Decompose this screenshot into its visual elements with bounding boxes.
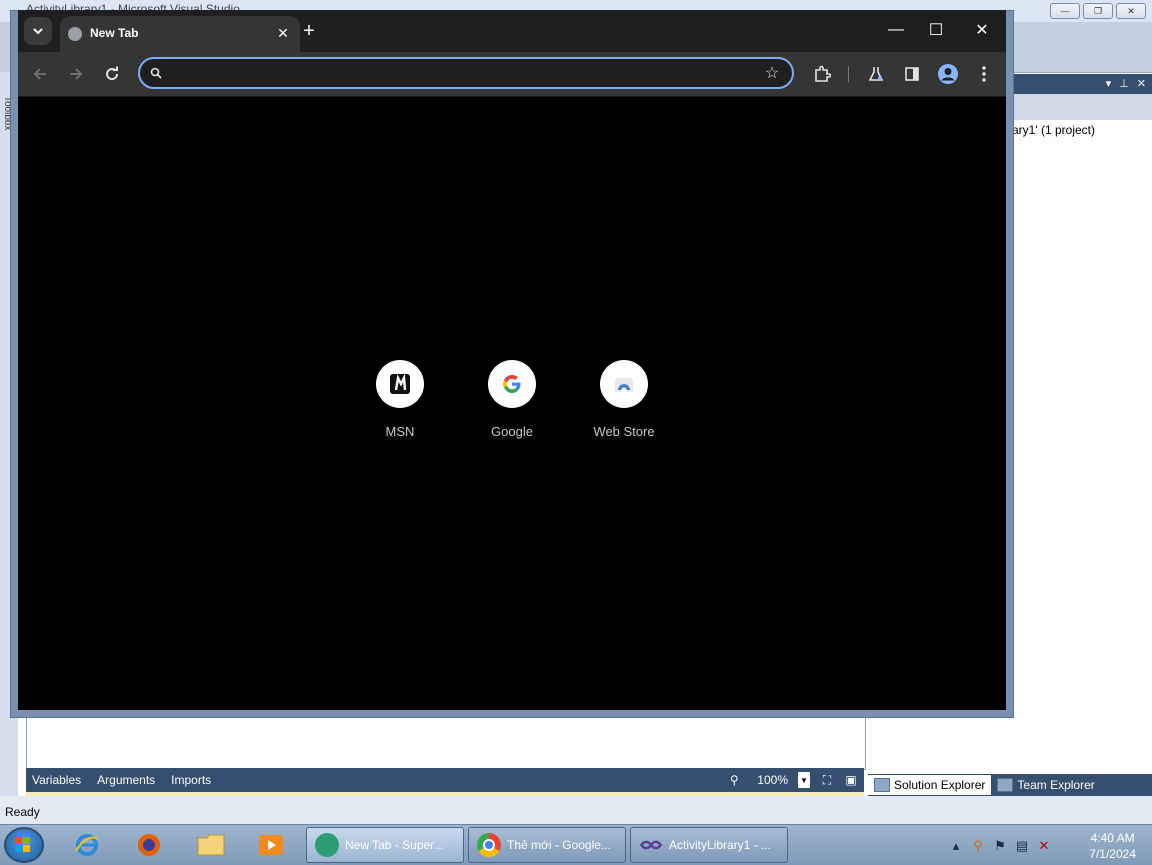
tab-strip: New Tab ✕ + — ☐ ✕	[18, 10, 1006, 52]
network-icon[interactable]: ▤	[1014, 838, 1030, 854]
toolbar-divider	[848, 66, 849, 82]
solution-explorer-toolbar	[1012, 94, 1152, 120]
clock[interactable]: 4:40 AM 7/1/2024	[1089, 830, 1136, 862]
vs-minimize-button[interactable]: —	[1050, 3, 1080, 19]
search-icon[interactable]: ⚲	[970, 838, 986, 854]
profile-button[interactable]	[934, 60, 962, 88]
flask-icon	[868, 67, 884, 81]
start-button[interactable]	[4, 827, 44, 863]
solution-explorer-tab[interactable]: Solution Explorer	[868, 775, 992, 795]
side-panel-icon	[905, 67, 919, 81]
taskbar-item-label: Thẻ mới - Google...	[507, 838, 611, 852]
taskbar-item-label: ActivityLibrary1 - ...	[669, 838, 772, 852]
tab-title: New Tab	[90, 26, 139, 40]
browser-toolbar: ☆	[18, 52, 1006, 97]
panel-controls: ▾ ⊥ ✕	[1106, 77, 1146, 90]
shortcut-msn[interactable]: MSN	[352, 360, 448, 444]
designer-bottom-bar: Variables Arguments Imports ⚲ 100% ▼ ⛶ ▣	[26, 768, 864, 792]
forward-button[interactable]	[62, 60, 90, 88]
shortcut-label: Google	[491, 424, 533, 439]
msn-icon	[376, 360, 424, 408]
reload-icon	[106, 66, 119, 81]
address-input[interactable]	[170, 64, 754, 84]
media-player-icon[interactable]	[254, 829, 288, 861]
fit-to-screen-icon[interactable]: ⛶	[820, 773, 834, 787]
solution-explorer-icon	[874, 778, 890, 792]
arrow-right-icon	[70, 68, 83, 80]
profile-icon	[938, 64, 958, 84]
shortcut-label: MSN	[385, 424, 415, 439]
reload-button[interactable]	[98, 60, 126, 88]
menu-button[interactable]	[970, 60, 998, 88]
windows-logo-icon	[15, 837, 30, 852]
pin-icon[interactable]: ⊥	[1119, 77, 1129, 90]
firefox-icon[interactable]	[132, 829, 166, 861]
shortcut-web-store[interactable]: Web Store	[576, 360, 672, 444]
team-explorer-icon	[997, 778, 1014, 792]
variables-tab[interactable]: Variables	[32, 773, 81, 787]
zoom-icon[interactable]: ⚲	[727, 773, 741, 787]
shortcut-google[interactable]: Google	[464, 360, 560, 444]
overview-icon[interactable]: ▣	[844, 773, 858, 787]
arguments-tab[interactable]: Arguments	[97, 773, 155, 787]
labs-button[interactable]	[862, 60, 890, 88]
chrome-icon	[477, 833, 501, 857]
team-explorer-tab[interactable]: Team Explorer	[991, 775, 1100, 795]
super-browser-icon	[315, 833, 339, 857]
dropdown-icon[interactable]: ▾	[1106, 77, 1112, 90]
solution-tree-root[interactable]: ary1' (1 project)	[1012, 123, 1095, 137]
clock-date: 7/1/2024	[1089, 847, 1136, 861]
vs-close-button[interactable]: ✕	[1116, 3, 1146, 19]
extensions-button[interactable]	[808, 60, 836, 88]
vs-status-bar	[0, 796, 1152, 824]
new-tab-button[interactable]: +	[298, 20, 320, 42]
vs-restore-button[interactable]: ❐	[1083, 3, 1113, 19]
system-tray: ▴ ⚲ ⚑ ▤ ✕ 4:40 AM 7/1/2024	[942, 825, 1152, 865]
workflow-designer[interactable]	[26, 716, 866, 770]
back-button[interactable]	[26, 60, 54, 88]
shortcut-label: Web Store	[593, 424, 655, 439]
volume-muted-icon[interactable]: ✕	[1036, 838, 1052, 854]
solution-explorer-tab-label: Solution Explorer	[894, 778, 986, 792]
show-hidden-icons-icon[interactable]: ▴	[948, 838, 964, 854]
zoom-dropdown-icon[interactable]: ▼	[798, 772, 810, 788]
tab-search-button[interactable]	[24, 17, 52, 45]
close-tab-icon[interactable]: ✕	[274, 24, 292, 42]
clock-time: 4:40 AM	[1090, 831, 1135, 845]
puzzle-icon	[815, 65, 831, 82]
solution-explorer-header: ▾ ⊥ ✕	[1012, 74, 1152, 94]
side-panel-tabs: Solution Explorer Team Explorer	[868, 774, 1152, 796]
browser-window: New Tab ✕ + — ☐ ✕ ☆ MSN Google Web Store	[18, 10, 1006, 710]
taskbar-item-visual-studio[interactable]: ActivityLibrary1 - ...	[630, 827, 788, 863]
taskbar-item-chrome[interactable]: Thẻ mới - Google...	[468, 827, 626, 863]
bookmark-star-icon[interactable]: ☆	[762, 63, 782, 83]
internet-explorer-icon[interactable]	[70, 829, 104, 861]
close-window-button[interactable]: ✕	[964, 18, 1000, 42]
taskbar-item-label: New Tab - Super...	[345, 838, 444, 852]
side-panel-button[interactable]	[898, 60, 926, 88]
kebab-menu-icon	[982, 66, 986, 82]
search-icon	[148, 65, 164, 81]
web-store-icon	[600, 360, 648, 408]
vs-window-controls: — ❐ ✕	[1050, 3, 1146, 19]
address-bar[interactable]: ☆	[138, 57, 794, 89]
minimize-button[interactable]: —	[878, 18, 914, 42]
arrow-left-icon	[33, 68, 46, 80]
close-icon[interactable]: ✕	[1137, 77, 1146, 90]
globe-icon	[68, 27, 82, 41]
tab-new-tab[interactable]: New Tab ✕	[60, 16, 300, 52]
file-explorer-icon[interactable]	[194, 829, 228, 861]
taskbar-item-super-browser[interactable]: New Tab - Super...	[306, 827, 464, 863]
google-icon	[488, 360, 536, 408]
visual-studio-icon	[639, 840, 663, 850]
maximize-button[interactable]: ☐	[918, 18, 954, 42]
taskbar: New Tab - Super... Thẻ mới - Google... A…	[0, 824, 1152, 865]
status-text: Ready	[5, 805, 40, 819]
zoom-controls: ⚲ 100% ▼ ⛶ ▣	[727, 768, 864, 792]
action-center-flag-icon[interactable]: ⚑	[992, 838, 1008, 854]
zoom-value[interactable]: 100%	[757, 773, 788, 787]
imports-tab[interactable]: Imports	[171, 773, 211, 787]
chevron-down-icon	[33, 28, 43, 35]
team-explorer-tab-label: Team Explorer	[1017, 778, 1095, 792]
